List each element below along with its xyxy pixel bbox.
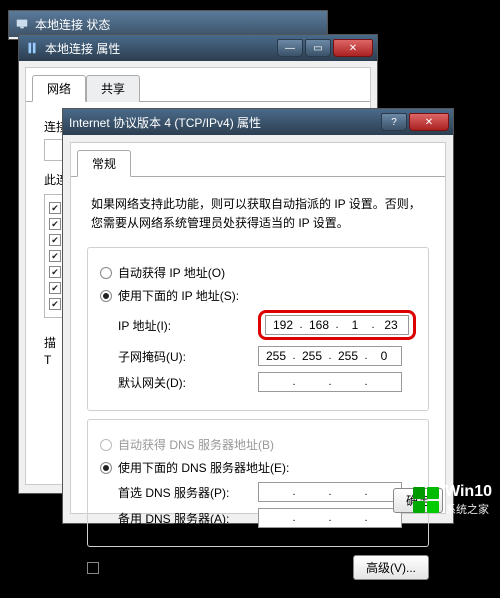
dns-alt-label: 备用 DNS 服务器(A): <box>118 510 258 527</box>
ip-address-label: IP 地址(I): <box>118 317 258 334</box>
maximize-button[interactable]: ▭ <box>305 39 331 57</box>
dns-alt-input[interactable]: . . . <box>258 508 402 528</box>
label-dns-auto: 自动获得 DNS 服务器地址(B) <box>118 436 274 453</box>
ipv4-title: Internet 协议版本 4 (TCP/IPv4) 属性 <box>69 114 381 131</box>
proto-checkbox[interactable] <box>49 282 61 294</box>
dns-pref-input[interactable]: . . . <box>258 482 402 502</box>
minimize-button[interactable]: — <box>277 39 303 57</box>
ipv4-description: 如果网络支持此功能，则可以获取自动指派的 IP 设置。否则，您需要从网络系统管理… <box>91 195 425 233</box>
dns-group: 自动获得 DNS 服务器地址(B) 使用下面的 DNS 服务器地址(E): 首选… <box>87 419 429 547</box>
ip-address-input[interactable]: 192. 168. 1. 23 <box>265 315 409 335</box>
windows-icon <box>413 487 439 513</box>
connection-tabs: 网络 共享 <box>26 74 370 102</box>
radio-ip-auto[interactable] <box>100 267 112 279</box>
subnet-label: 子网掩码(U): <box>118 348 258 365</box>
ip-address-highlight: 192. 168. 1. 23 <box>258 310 416 340</box>
tab-network[interactable]: 网络 <box>32 75 86 102</box>
gateway-label: 默认网关(D): <box>118 374 258 391</box>
connection-properties-title: 本地连接 属性 <box>45 40 277 57</box>
proto-checkbox[interactable] <box>49 202 61 214</box>
advanced-button[interactable]: 高级(V)... <box>353 555 429 580</box>
proto-checkbox[interactable] <box>49 218 61 230</box>
radio-dns-manual[interactable] <box>100 462 112 474</box>
label-ip-manual: 使用下面的 IP 地址(S): <box>118 287 239 304</box>
exit-validate-checkbox[interactable] <box>87 562 99 574</box>
brand-name: Win10 <box>445 483 492 501</box>
watermark-logo: Win10 系统之家 <box>413 483 492 517</box>
proto-checkbox[interactable] <box>49 234 61 246</box>
label-dns-manual: 使用下面的 DNS 服务器地址(E): <box>118 459 289 476</box>
tab-general[interactable]: 常规 <box>77 150 131 177</box>
status-window-title: 本地连接 状态 <box>35 16 323 33</box>
exit-validate-label: 退出时验证设置(L) <box>105 559 204 576</box>
connection-properties-titlebar: 本地连接 属性 — ▭ ✕ <box>19 35 377 61</box>
label-ip-auto: 自动获得 IP 地址(O) <box>118 264 225 281</box>
gateway-input[interactable]: . . . <box>258 372 402 392</box>
proto-checkbox[interactable] <box>49 250 61 262</box>
subnet-input[interactable]: 255. 255. 255. 0 <box>258 346 402 366</box>
proto-checkbox[interactable] <box>49 298 61 310</box>
radio-ip-manual[interactable] <box>100 290 112 302</box>
connection-icon <box>25 41 39 55</box>
dns-pref-label: 首选 DNS 服务器(P): <box>118 484 258 501</box>
network-icon <box>15 17 29 31</box>
ipv4-properties-window: Internet 协议版本 4 (TCP/IPv4) 属性 ? ✕ 常规 如果网… <box>62 108 454 524</box>
proto-checkbox[interactable] <box>49 266 61 278</box>
brand-sub: 系统之家 <box>445 501 492 517</box>
ip-group: 自动获得 IP 地址(O) 使用下面的 IP 地址(S): IP 地址(I): … <box>87 247 429 411</box>
help-button[interactable]: ? <box>381 113 407 131</box>
close-button[interactable]: ✕ <box>409 113 449 131</box>
tab-share[interactable]: 共享 <box>86 75 140 102</box>
close-button[interactable]: ✕ <box>333 39 373 57</box>
ipv4-titlebar: Internet 协议版本 4 (TCP/IPv4) 属性 ? ✕ <box>63 109 453 135</box>
radio-dns-auto <box>100 439 112 451</box>
ipv4-tabs: 常规 <box>71 149 445 177</box>
